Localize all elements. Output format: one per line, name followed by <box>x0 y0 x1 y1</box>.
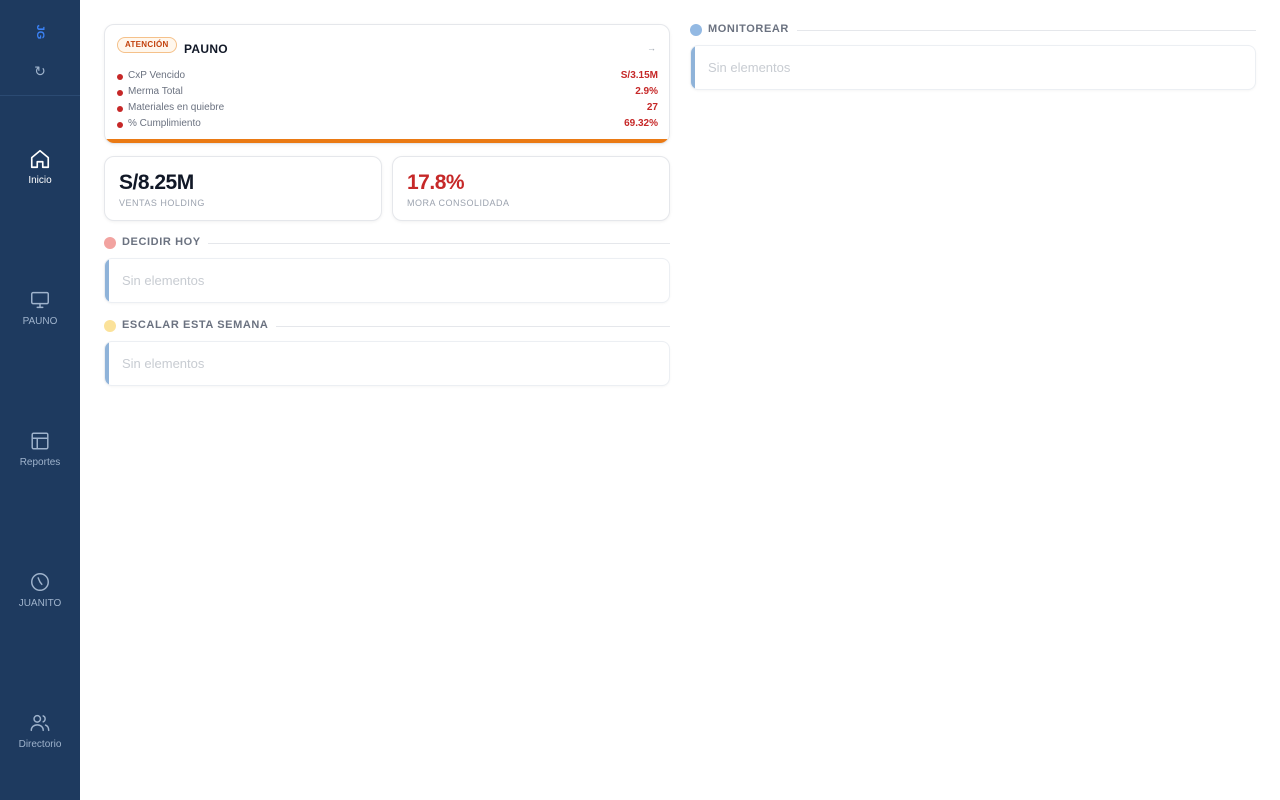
metric-row: Materiales en quiebre 27 <box>117 102 658 116</box>
monitor-icon <box>31 291 49 309</box>
kpi-card-mora: 17.8% MORA CONSOLIDADA <box>392 156 670 221</box>
arrow-right-icon[interactable]: → <box>647 43 656 53</box>
section-dot <box>104 237 116 249</box>
sidebar-item-reportes[interactable]: Reportes <box>0 430 80 482</box>
home-icon <box>30 149 50 169</box>
sidebar-item-label: JUANITO <box>18 598 62 609</box>
section-header-escalar: ESCALAR ESTA SEMANA <box>104 319 670 333</box>
section-divider <box>797 30 1256 31</box>
kpi-label: VENTAS HOLDING <box>119 198 205 208</box>
section-title: DECIDIR HOY <box>122 236 201 248</box>
accent-bar <box>691 46 695 89</box>
section-title: MONITOREAR <box>708 23 789 35</box>
sidebar-item-directorio[interactable]: Directorio <box>0 712 80 764</box>
sidebar-item-label: Reportes <box>19 457 61 468</box>
metric-value: 2.9% <box>635 86 658 97</box>
accent-bar <box>105 342 109 385</box>
section-header-decidir: DECIDIR HOY <box>104 236 670 250</box>
empty-list-escalar: Sin elementos <box>104 341 670 386</box>
metric-value: 27 <box>646 102 658 113</box>
status-badge: ATENCIÓN <box>117 37 177 53</box>
status-dot <box>117 106 123 112</box>
section-divider <box>276 326 670 327</box>
users-icon <box>30 714 50 732</box>
metric-label: Merma Total <box>128 86 183 97</box>
company-name: PAUNO <box>184 42 228 56</box>
empty-state-text: Sin elementos <box>122 356 205 371</box>
logo[interactable]: JG <box>30 22 50 42</box>
sidebar-item-juanito[interactable]: JUANITO <box>0 571 80 623</box>
company-alert-card[interactable]: ATENCIÓN PAUNO → CxP Vencido S/3.15M Mer… <box>104 24 670 144</box>
status-dot <box>117 74 123 80</box>
section-header-monitorear: MONITOREAR <box>690 23 1256 37</box>
section-dot <box>690 24 702 36</box>
metric-row: % Cumplimiento 69.32% <box>117 118 658 132</box>
kpi-card-ventas: S/8.25M VENTAS HOLDING <box>104 156 382 221</box>
status-dot <box>117 90 123 96</box>
metric-label: % Cumplimiento <box>128 118 201 129</box>
sidebar-item-label: PAUNO <box>22 316 58 327</box>
kpi-value: S/8.25M <box>119 171 194 194</box>
sidebar: JG ↻ Inicio PAUNO Reportes JUANITO Direc… <box>0 0 80 800</box>
metric-label: Materiales en quiebre <box>128 102 225 113</box>
section-dot <box>104 320 116 332</box>
clock-icon <box>31 573 49 591</box>
metric-row: CxP Vencido S/3.15M <box>117 70 658 84</box>
kpi-value: 17.8% <box>407 171 465 194</box>
empty-list-decidir: Sin elementos <box>104 258 670 303</box>
empty-state-text: Sin elementos <box>708 60 791 75</box>
alert-status-bar <box>105 139 669 143</box>
empty-list-monitorear: Sin elementos <box>690 45 1256 90</box>
metric-value: 69.32% <box>624 118 658 129</box>
sidebar-item-inicio[interactable]: Inicio <box>0 148 80 200</box>
metric-row: Merma Total 2.9% <box>117 86 658 100</box>
status-dot <box>117 122 123 128</box>
metric-value: S/3.15M <box>620 70 658 81</box>
sidebar-item-label: Directorio <box>18 739 62 750</box>
sidebar-item-pauno[interactable]: PAUNO <box>0 289 80 341</box>
kpi-label: MORA CONSOLIDADA <box>407 198 510 208</box>
refresh-icon[interactable]: ↻ <box>30 62 50 80</box>
metric-label: CxP Vencido <box>128 70 186 81</box>
accent-bar <box>105 259 109 302</box>
layout-icon <box>31 432 49 450</box>
empty-state-text: Sin elementos <box>122 273 205 288</box>
section-title: ESCALAR ESTA SEMANA <box>122 319 269 331</box>
section-divider <box>208 243 670 244</box>
sidebar-item-label: Inicio <box>28 175 52 186</box>
sidebar-header: JG ↻ <box>0 0 80 96</box>
